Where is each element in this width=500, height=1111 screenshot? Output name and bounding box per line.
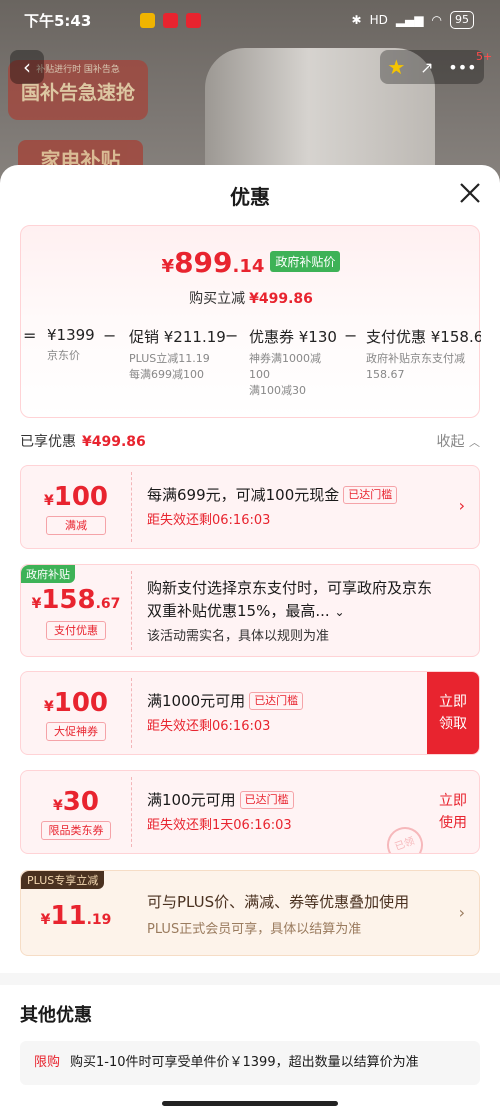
- battery-icon: 95: [450, 11, 474, 29]
- chevron-right-icon: ›: [458, 903, 465, 922]
- home-indicator[interactable]: [162, 1101, 338, 1106]
- chevron-up-icon: ︿: [469, 436, 480, 449]
- offer-body: 满100元可用 已达门槛 距失效还剩1天06:16:03: [147, 789, 419, 833]
- dashed-divider: [131, 472, 132, 542]
- chevron-left-icon: ‹: [23, 55, 31, 79]
- final-price: ¥899.14: [161, 246, 265, 279]
- threshold-badge: 已达门槛: [249, 692, 304, 710]
- other-discounts-title: 其他优惠: [20, 1005, 92, 1026]
- plus-exclusive-badge: PLUS专享立减: [21, 871, 105, 889]
- threshold-badge: 已达门槛: [343, 486, 398, 504]
- use-coupon-button[interactable]: 立即 使用: [427, 771, 479, 853]
- expiry-countdown: 距失效还剩06:16:03: [147, 513, 271, 528]
- offer-amount: ¥30: [53, 787, 99, 817]
- app-notification-icon: [186, 13, 201, 28]
- offer-card-payment-subsidy[interactable]: 政府补贴 ¥158.67 支付优惠 购新支付选择京东支付时，可享政府及京东 双重…: [20, 564, 480, 657]
- offer-card-plus-discount[interactable]: PLUS专享立减 ¥11.19 可与PLUS价、满减、券等优惠叠加使用 PLUS…: [20, 870, 480, 956]
- app-notification-icon: [163, 13, 178, 28]
- bluetooth-icon: ✱: [351, 13, 362, 27]
- price-breakdown: = ¥1399 京东价 − 促销 ¥211.19 PLUS立减11.19 每满69…: [21, 326, 481, 416]
- gov-subsidy-price-tag: 政府补贴价: [270, 251, 341, 272]
- app-notification-icon: [140, 13, 155, 28]
- offer-card-category-coupon: ¥30 限品类东券 满100元可用 已达门槛 距失效还剩1天06:16:03 已领…: [20, 770, 480, 854]
- purchase-limit-tag: 限购: [34, 1055, 61, 1070]
- favorite-star-icon[interactable]: ★: [387, 55, 405, 79]
- breakdown-item-payment: − 支付优惠 ¥158.67 政府补贴京东支付减 158.67: [344, 326, 481, 381]
- threshold-badge: 已达门槛: [239, 791, 294, 809]
- top-actions: ★ ↗ •••: [380, 50, 484, 84]
- expiry-countdown: 距失效还剩06:16:03: [147, 719, 271, 734]
- offer-type-label: 满减: [46, 516, 106, 535]
- chevron-down-icon[interactable]: ⌄: [334, 605, 344, 619]
- more-icon[interactable]: •••: [448, 58, 476, 77]
- back-button[interactable]: ‹: [10, 50, 44, 84]
- dashed-divider: [131, 678, 132, 748]
- purchase-limit-row: 限购 购买1-10件时可享受单件价￥1399，超出数量以结算价为准: [20, 1041, 480, 1085]
- notification-icons: [140, 13, 201, 28]
- offer-type-label: 支付优惠: [46, 621, 106, 640]
- expiry-countdown: 距失效还剩1天06:16:03: [147, 818, 292, 833]
- share-icon[interactable]: ↗: [420, 58, 433, 77]
- claim-coupon-button[interactable]: 立即 领取: [427, 672, 479, 754]
- enjoyed-discount-header: 已享优惠 ¥499.86: [20, 434, 146, 450]
- instant-discount-line: 购买立减 ¥499.86: [189, 291, 313, 307]
- message-count-badge: 5+: [476, 50, 493, 63]
- offer-type-label: 限品类东券: [41, 821, 111, 840]
- close-icon[interactable]: [456, 179, 484, 207]
- offer-amount: ¥158.67: [31, 585, 121, 615]
- dashed-divider: [131, 777, 132, 847]
- offer-card-full-reduction[interactable]: ¥100 满减 每满699元，可减100元现金 已达门槛 距失效还剩06:16:0…: [20, 465, 480, 549]
- status-right: ✱ HD ▂▄▆ ◠ 95: [351, 11, 474, 29]
- dashed-divider: [131, 571, 132, 650]
- discount-sheet: 优惠 ¥899.14 政府补贴价 购买立减 ¥499.86 = ¥1399 京东价 …: [0, 165, 500, 1111]
- section-divider: [0, 973, 500, 985]
- offer-body: 购新支付选择京东支付时，可享政府及京东 双重补贴优惠15%，最高... ⌄ 该活…: [147, 579, 433, 644]
- collapse-toggle[interactable]: 收起 ︿: [437, 431, 480, 451]
- sheet-title: 优惠: [230, 185, 270, 209]
- offer-card-big-promo-coupon: ¥100 大促神券 满1000元可用 已达门槛 距失效还剩06:16:03 立即 …: [20, 671, 480, 755]
- offer-amount: ¥100: [43, 688, 109, 718]
- price-summary: ¥899.14 政府补贴价 购买立减 ¥499.86 = ¥1399 京东价 − 促…: [20, 225, 481, 418]
- gov-subsidy-badge: 政府补贴: [21, 565, 75, 583]
- offer-amount: ¥11.19: [40, 901, 112, 931]
- network-label: HD: [369, 13, 388, 27]
- signal-icon: ▂▄▆: [395, 13, 424, 27]
- offer-amount: ¥100: [43, 482, 109, 512]
- status-bar: 下午5:43 ✱ HD ▂▄▆ ◠ 95: [0, 0, 500, 44]
- offer-type-label: 大促神券: [46, 722, 106, 741]
- chevron-right-icon: ›: [458, 496, 465, 515]
- final-price-line: ¥899.14 政府补贴价: [21, 246, 481, 279]
- offer-body: 满1000元可用 已达门槛 距失效还剩06:16:03: [147, 690, 419, 734]
- wifi-icon: ◠: [431, 13, 442, 27]
- offer-body: 可与PLUS价、满减、券等优惠叠加使用 PLUS正式会员可享，具体以结算为准: [147, 893, 410, 937]
- offer-body: 每满699元，可减100元现金 已达门槛 距失效还剩06:16:03: [147, 484, 439, 528]
- status-time: 下午5:43: [24, 12, 92, 30]
